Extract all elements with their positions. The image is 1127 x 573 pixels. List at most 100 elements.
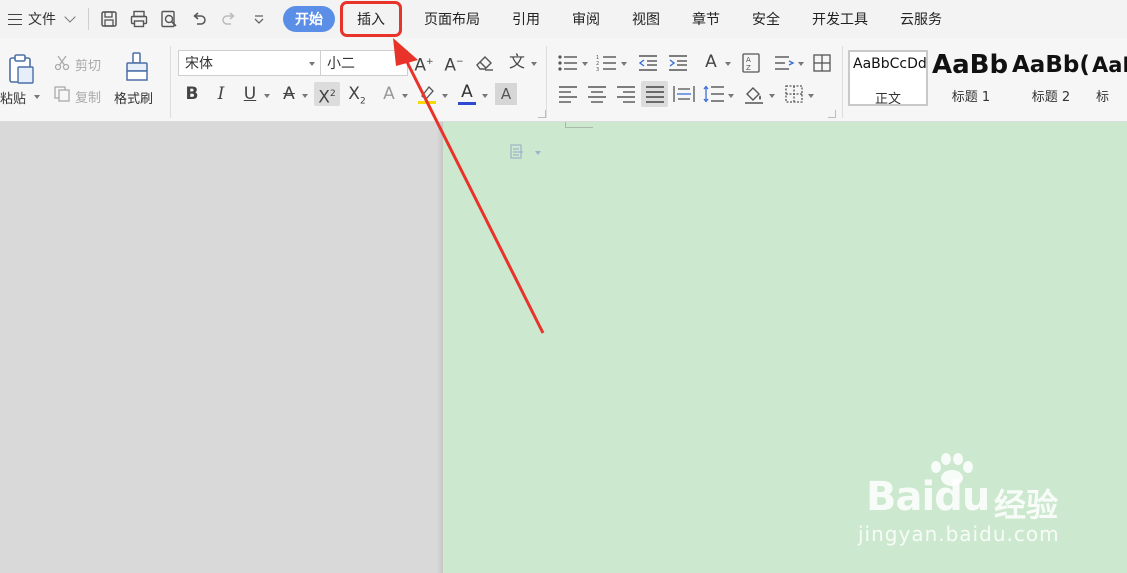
tab-review[interactable]: 审阅 bbox=[559, 6, 613, 32]
style-normal[interactable]: AaBbCcDd 正文 bbox=[848, 50, 928, 106]
subscript-icon[interactable]: X2 bbox=[346, 84, 368, 111]
format-painter-icon[interactable] bbox=[120, 50, 154, 84]
increase-indent-icon[interactable] bbox=[666, 52, 690, 74]
font-size-select[interactable]: 小二 bbox=[320, 50, 408, 76]
redo-icon[interactable] bbox=[219, 9, 239, 29]
line-spacing-dropdown-icon[interactable] bbox=[728, 94, 734, 98]
numbered-list-icon[interactable]: 123 bbox=[595, 52, 619, 74]
file-menu[interactable]: 文件 bbox=[0, 0, 82, 38]
align-center-icon[interactable] bbox=[585, 83, 609, 105]
ribbon-group-divider bbox=[546, 46, 547, 118]
phonetic-guide-icon[interactable]: 文 bbox=[506, 52, 528, 72]
clear-formatting-icon[interactable] bbox=[474, 52, 496, 74]
hamburger-icon bbox=[8, 13, 22, 25]
underline-icon[interactable]: U bbox=[240, 84, 260, 104]
font-dialog-launcher[interactable] bbox=[538, 110, 546, 118]
text-effect-icon[interactable]: A bbox=[378, 84, 400, 104]
style-name: 标题 2 bbox=[1031, 90, 1071, 105]
watermark-brand: Baidu bbox=[866, 474, 990, 520]
character-shading-icon[interactable]: A bbox=[495, 83, 517, 105]
paste-label: 粘贴 bbox=[0, 92, 27, 107]
cut-label[interactable]: 剪切 bbox=[75, 55, 101, 74]
paste-dropdown-icon[interactable] bbox=[34, 95, 40, 99]
ribbon: 粘贴 剪切 复制 格式刷 宋体 小二 A+ A− 文 B I U A X2 X2… bbox=[0, 38, 1127, 122]
font-name-dropdown-icon bbox=[309, 62, 315, 66]
sort-icon[interactable]: AZ bbox=[740, 52, 762, 74]
line-spacing-options-icon[interactable] bbox=[772, 52, 796, 74]
quick-access-toolbar bbox=[95, 9, 273, 29]
tab-cloud[interactable]: 云服务 bbox=[887, 6, 955, 32]
paragraph-layout-dropdown-icon[interactable] bbox=[535, 151, 541, 155]
style-sample: AaBb bbox=[932, 50, 1009, 80]
tab-home[interactable]: 开始 bbox=[283, 6, 335, 32]
font-name-select[interactable]: 宋体 bbox=[178, 50, 321, 76]
copy-icon[interactable] bbox=[52, 84, 72, 104]
distribute-icon[interactable] bbox=[672, 83, 696, 105]
style-sample: AaBb( bbox=[1012, 52, 1090, 78]
strikethrough-icon[interactable]: A bbox=[279, 84, 299, 104]
decrease-font-size-icon[interactable]: A− bbox=[443, 52, 465, 76]
decrease-indent-icon[interactable] bbox=[636, 52, 660, 74]
style-sample: AaBbCcDd bbox=[853, 56, 927, 72]
customize-toolbar-icon[interactable] bbox=[249, 9, 269, 29]
change-case-dropdown-icon[interactable] bbox=[725, 62, 731, 66]
justify-icon[interactable] bbox=[641, 81, 668, 107]
copy-label[interactable]: 复制 bbox=[75, 87, 101, 106]
bold-icon[interactable]: B bbox=[182, 84, 202, 104]
paste-button[interactable] bbox=[4, 52, 38, 86]
font-color-icon[interactable]: A bbox=[456, 82, 478, 105]
cut-icon[interactable] bbox=[52, 53, 72, 73]
print-icon[interactable] bbox=[129, 9, 149, 29]
chevron-down-icon bbox=[64, 11, 76, 23]
style-heading-2[interactable]: AaBb( 标题 2 bbox=[1012, 50, 1090, 106]
line-spacing-options-dropdown-icon[interactable] bbox=[798, 62, 804, 66]
baidu-watermark: Baidu 经验 jingyan.baidu.com bbox=[858, 452, 1098, 562]
underline-dropdown-icon[interactable] bbox=[264, 94, 270, 98]
paragraph-layout-icon[interactable] bbox=[509, 143, 527, 161]
tab-security[interactable]: 安全 bbox=[739, 6, 793, 32]
align-left-icon[interactable] bbox=[556, 83, 580, 105]
tab-references[interactable]: 引用 bbox=[499, 6, 553, 32]
paragraph-dialog-launcher[interactable] bbox=[828, 110, 836, 118]
numbered-list-dropdown-icon[interactable] bbox=[621, 62, 627, 66]
undo-icon[interactable] bbox=[189, 9, 209, 29]
change-case-icon[interactable]: A bbox=[698, 52, 724, 72]
save-icon[interactable] bbox=[99, 9, 119, 29]
shading-dropdown-icon[interactable] bbox=[769, 94, 775, 98]
tab-section[interactable]: 章节 bbox=[679, 6, 733, 32]
text-effect-dropdown-icon[interactable] bbox=[402, 94, 408, 98]
bullet-list-dropdown-icon[interactable] bbox=[582, 62, 588, 66]
tab-view[interactable]: 视图 bbox=[619, 6, 673, 32]
italic-icon[interactable]: I bbox=[211, 84, 231, 104]
phonetic-guide-dropdown-icon[interactable] bbox=[531, 62, 537, 66]
ribbon-group-divider bbox=[842, 46, 843, 118]
svg-text:Z: Z bbox=[746, 64, 751, 72]
print-preview-icon[interactable] bbox=[159, 9, 179, 29]
svg-text:3: 3 bbox=[596, 67, 599, 72]
increase-font-size-icon[interactable]: A+ bbox=[413, 52, 435, 76]
style-heading-3[interactable]: AaI 标 bbox=[1092, 50, 1127, 106]
superscript-icon[interactable]: X2 bbox=[314, 82, 340, 108]
tab-insert[interactable]: 插入 bbox=[340, 1, 402, 37]
watermark-url: jingyan.baidu.com bbox=[858, 522, 1060, 546]
borders-dropdown-icon[interactable] bbox=[808, 94, 814, 98]
tab-developer[interactable]: 开发工具 bbox=[799, 6, 881, 32]
table-layout-icon[interactable] bbox=[811, 52, 833, 74]
style-name: 标 bbox=[1096, 90, 1110, 105]
shading-icon[interactable] bbox=[742, 83, 766, 105]
align-right-icon[interactable] bbox=[614, 83, 638, 105]
font-color-dropdown-icon[interactable] bbox=[482, 94, 488, 98]
bullet-list-icon[interactable] bbox=[556, 52, 580, 74]
font-size-value: 小二 bbox=[327, 56, 355, 72]
highlight-dropdown-icon[interactable] bbox=[442, 94, 448, 98]
style-heading-1[interactable]: AaBb 标题 1 bbox=[932, 50, 1010, 106]
line-spacing-icon[interactable] bbox=[702, 83, 726, 105]
style-name: 正文 bbox=[874, 92, 901, 106]
borders-icon[interactable] bbox=[782, 83, 806, 105]
styles-gallery: AaBbCcDd 正文 AaBb 标题 1 AaBb( 标题 2 AaI 标 bbox=[848, 50, 1127, 106]
highlight-icon[interactable] bbox=[415, 82, 439, 106]
strikethrough-dropdown-icon[interactable] bbox=[302, 94, 308, 98]
tab-page-layout[interactable]: 页面布局 bbox=[411, 6, 493, 32]
format-painter-label[interactable]: 格式刷 bbox=[114, 88, 153, 107]
font-name-value: 宋体 bbox=[185, 56, 213, 72]
